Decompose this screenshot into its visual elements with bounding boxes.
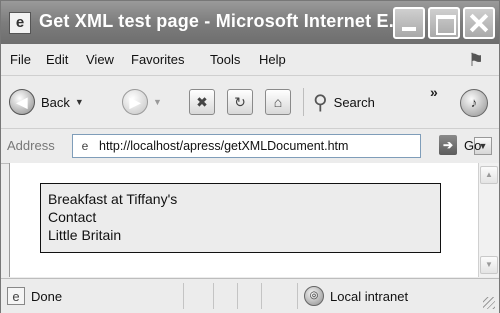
forward-dropdown-icon[interactable]: ▼: [153, 97, 162, 107]
back-arrow-icon: ◀: [9, 89, 35, 115]
menu-bar: File Edit View Favorites Tools Help ⚑: [1, 44, 499, 76]
ie-page-icon[interactable]: e: [9, 12, 31, 34]
intranet-zone-icon: ◎: [304, 286, 324, 306]
go-button[interactable]: Go: [464, 138, 481, 153]
stop-icon: ✖: [189, 89, 215, 115]
menu-tools[interactable]: Tools: [210, 52, 240, 67]
home-button[interactable]: ⌂: [265, 85, 291, 119]
search-icon: ⚲: [313, 91, 328, 114]
stop-button[interactable]: ✖: [189, 85, 215, 119]
list-item: Breakfast at Tiffany's: [48, 191, 178, 207]
browser-window: e Get XML test page - Microsoft Internet…: [0, 0, 500, 313]
windows-logo-icon: ⚑: [467, 50, 485, 70]
address-bar: Address e http://localhost/apress/getXML…: [1, 129, 499, 164]
resize-grip-icon[interactable]: [483, 297, 495, 309]
status-bar: e Done ◎ Local intranet: [1, 278, 499, 313]
page-icon: e: [81, 139, 89, 153]
status-divider: [213, 283, 214, 309]
page-done-icon: e: [7, 287, 25, 305]
toolbar-divider: [303, 88, 304, 116]
go-arrow-icon[interactable]: ➔: [439, 135, 457, 155]
back-label: Back: [41, 94, 70, 110]
search-label: Search: [333, 94, 375, 110]
vertical-scrollbar[interactable]: ▲ ▼: [478, 163, 499, 277]
toolbar-overflow-chevron[interactable]: »: [430, 84, 438, 100]
list-item: Little Britain: [48, 227, 122, 243]
status-divider: [297, 283, 298, 309]
maximize-button[interactable]: [428, 7, 460, 39]
minimize-button[interactable]: [393, 7, 425, 39]
media-icon[interactable]: ♪: [460, 89, 488, 117]
forward-arrow-icon: ▶: [122, 89, 148, 115]
back-button[interactable]: ◀ Back ▼: [9, 85, 84, 119]
menu-file[interactable]: File: [10, 52, 31, 67]
menu-edit[interactable]: Edit: [46, 52, 68, 67]
toolbar: ◀ Back ▼ ▶ ▼ ✖ ↻ ⌂ ⚲ Search » ♪: [1, 76, 499, 129]
page-content: Breakfast at Tiffany's Contact Little Br…: [9, 163, 479, 277]
menu-help[interactable]: Help: [259, 52, 286, 67]
menu-favorites[interactable]: Favorites: [131, 52, 184, 67]
scroll-down-icon[interactable]: ▼: [480, 256, 498, 274]
address-field[interactable]: e http://localhost/apress/getXMLDocument…: [72, 134, 492, 158]
address-label: Address: [7, 138, 55, 153]
window-title: Get XML test page - Microsoft Internet E…: [39, 11, 405, 31]
search-button[interactable]: ⚲ Search: [313, 85, 375, 119]
forward-button[interactable]: ▶ ▼: [122, 85, 162, 119]
xml-output-box: Breakfast at Tiffany's Contact Little Br…: [40, 183, 441, 253]
refresh-button[interactable]: ↻: [227, 85, 253, 119]
status-divider: [237, 283, 238, 309]
refresh-icon: ↻: [227, 89, 253, 115]
scroll-up-icon[interactable]: ▲: [480, 166, 498, 184]
security-zone[interactable]: Local intranet: [330, 289, 408, 304]
status-text: Done: [31, 289, 63, 304]
home-icon: ⌂: [265, 89, 291, 115]
close-button[interactable]: [463, 7, 495, 39]
status-divider: [183, 283, 184, 309]
back-dropdown-icon[interactable]: ▼: [75, 97, 84, 107]
status-divider: [261, 283, 262, 309]
list-item: Contact: [48, 209, 97, 225]
menu-view[interactable]: View: [86, 52, 114, 67]
title-bar[interactable]: e Get XML test page - Microsoft Internet…: [1, 1, 499, 44]
address-url[interactable]: http://localhost/apress/getXMLDocument.h…: [99, 139, 348, 153]
